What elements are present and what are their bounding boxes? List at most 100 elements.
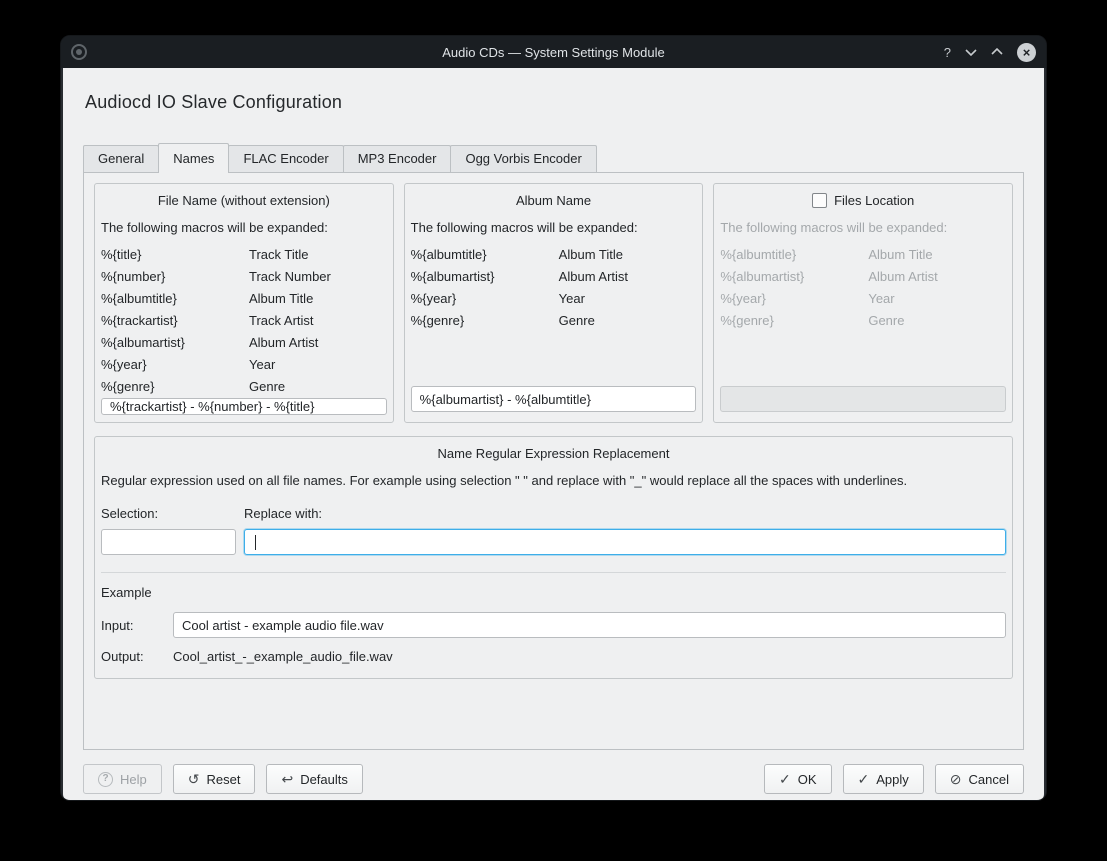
album-name-group-intro: The following macros will be expanded: <box>411 220 697 235</box>
dialog-content: Audiocd IO Slave Configuration General N… <box>63 68 1044 801</box>
macro-row: %{number} Track Number <box>101 266 387 288</box>
macro-row: %{albumartist} Album Artist <box>101 332 387 354</box>
example-output-value: Cool_artist_-_example_audio_file.wav <box>173 649 1006 664</box>
help-button-label: Help <box>120 772 147 787</box>
macro-meaning: Track Number <box>249 266 331 288</box>
macro-meaning: Track Title <box>249 244 308 266</box>
apply-button[interactable]: ✓ Apply <box>843 764 924 794</box>
files-location-pattern-input <box>720 386 1006 412</box>
tab-flac-encoder[interactable]: FLAC Encoder <box>228 145 343 172</box>
macro-row: %{genre} Genre <box>720 310 1006 332</box>
window-app-icon <box>71 44 87 60</box>
macro-meaning: Year <box>559 288 585 310</box>
macro-row: %{year} Year <box>411 288 697 310</box>
macro-token: %{albumartist} <box>101 332 249 354</box>
macro-token: %{year} <box>720 288 868 310</box>
macro-token: %{year} <box>101 354 249 376</box>
example-label: Example <box>101 585 1006 600</box>
file-name-pattern-input[interactable] <box>101 398 387 415</box>
macro-token: %{albumartist} <box>411 266 559 288</box>
files-location-group-title: Files Location <box>834 193 914 208</box>
dialog-button-row: ? Help ↺ Reset ↩ Defaults ✓ OK ✓ Apply ⊘ <box>83 764 1024 794</box>
macro-token: %{albumartist} <box>720 266 868 288</box>
help-icon: ? <box>98 772 113 787</box>
macro-token: %{number} <box>101 266 249 288</box>
file-name-group: File Name (without extension) The follow… <box>94 183 394 423</box>
macro-meaning: Album Title <box>868 244 932 266</box>
reset-button[interactable]: ↺ Reset <box>173 764 256 794</box>
regex-replacement-group: Name Regular Expression Replacement Regu… <box>94 436 1013 679</box>
album-name-group-title: Album Name <box>411 193 697 208</box>
macro-row: %{albumartist} Album Artist <box>720 266 1006 288</box>
macro-meaning: Year <box>868 288 894 310</box>
tab-ogg-vorbis-encoder[interactable]: Ogg Vorbis Encoder <box>450 145 596 172</box>
example-input-field[interactable] <box>173 612 1006 638</box>
regex-group-title: Name Regular Expression Replacement <box>101 446 1006 461</box>
apply-button-label: Apply <box>876 772 909 787</box>
macro-meaning: Album Artist <box>249 332 318 354</box>
regex-description: Regular expression used on all file name… <box>101 473 1006 488</box>
replace-with-input[interactable] <box>244 529 1006 555</box>
tab-names[interactable]: Names <box>158 143 229 173</box>
album-name-pattern-input[interactable] <box>411 386 697 412</box>
window-help-icon[interactable]: ? <box>944 46 951 59</box>
macro-meaning: Track Artist <box>249 310 314 332</box>
macro-meaning: Year <box>249 354 275 376</box>
macro-token: %{genre} <box>720 310 868 332</box>
macro-meaning: Album Title <box>249 288 313 310</box>
reset-button-label: Reset <box>206 772 240 787</box>
macro-token: %{albumtitle} <box>720 244 868 266</box>
apply-check-icon: ✓ <box>858 772 870 786</box>
ok-button-label: OK <box>798 772 817 787</box>
macro-row: %{albumtitle} Album Title <box>411 244 697 266</box>
macro-row: %{title} Track Title <box>101 244 387 266</box>
macro-token: %{genre} <box>101 376 249 398</box>
macro-meaning: Genre <box>868 310 904 332</box>
titlebar[interactable]: Audio CDs — System Settings Module ? × <box>61 36 1046 68</box>
tab-general[interactable]: General <box>83 145 159 172</box>
cancel-button-label: Cancel <box>969 772 1009 787</box>
macro-meaning: Genre <box>559 310 595 332</box>
replace-with-label: Replace with: <box>244 506 1006 521</box>
example-output-label: Output: <box>101 649 173 664</box>
macro-row: %{albumtitle} Album Title <box>720 244 1006 266</box>
example-input-label: Input: <box>101 618 173 633</box>
macro-meaning: Genre <box>249 376 285 398</box>
tab-mp3-encoder[interactable]: MP3 Encoder <box>343 145 452 172</box>
macro-row: %{year} Year <box>720 288 1006 310</box>
chevron-up-icon[interactable] <box>991 48 1003 56</box>
file-name-group-intro: The following macros will be expanded: <box>101 220 387 235</box>
settings-window: Audio CDs — System Settings Module ? × A… <box>60 35 1047 801</box>
defaults-icon: ↩ <box>281 772 293 786</box>
files-location-group-intro: The following macros will be expanded: <box>720 220 1006 235</box>
close-button[interactable]: × <box>1017 43 1036 62</box>
defaults-button-label: Defaults <box>300 772 348 787</box>
file-name-group-title: File Name (without extension) <box>101 193 387 208</box>
defaults-button[interactable]: ↩ Defaults <box>266 764 362 794</box>
macro-row: %{albumartist} Album Artist <box>411 266 697 288</box>
macro-row: %{genre} Genre <box>101 376 387 398</box>
macro-token: %{genre} <box>411 310 559 332</box>
reset-icon: ↺ <box>188 772 200 786</box>
macro-meaning: Album Artist <box>868 266 937 288</box>
text-cursor <box>255 535 256 550</box>
macro-token: %{year} <box>411 288 559 310</box>
macro-row: %{year} Year <box>101 354 387 376</box>
help-button[interactable]: ? Help <box>83 764 162 794</box>
names-tab-panel: File Name (without extension) The follow… <box>83 172 1024 750</box>
chevron-down-icon[interactable] <box>965 48 977 56</box>
macro-token: %{albumtitle} <box>101 288 249 310</box>
macro-token: %{title} <box>101 244 249 266</box>
album-name-group: Album Name The following macros will be … <box>404 183 704 423</box>
macro-row: %{trackartist} Track Artist <box>101 310 387 332</box>
files-location-checkbox[interactable] <box>812 193 827 208</box>
macro-token: %{trackartist} <box>101 310 249 332</box>
macro-row: %{albumtitle} Album Title <box>101 288 387 310</box>
cancel-button[interactable]: ⊘ Cancel <box>935 764 1024 794</box>
window-title: Audio CDs — System Settings Module <box>61 45 1046 60</box>
ok-button[interactable]: ✓ OK <box>764 764 832 794</box>
selection-label: Selection: <box>101 506 236 521</box>
macro-meaning: Album Title <box>559 244 623 266</box>
selection-input[interactable] <box>101 529 236 555</box>
ok-check-icon: ✓ <box>779 772 791 786</box>
